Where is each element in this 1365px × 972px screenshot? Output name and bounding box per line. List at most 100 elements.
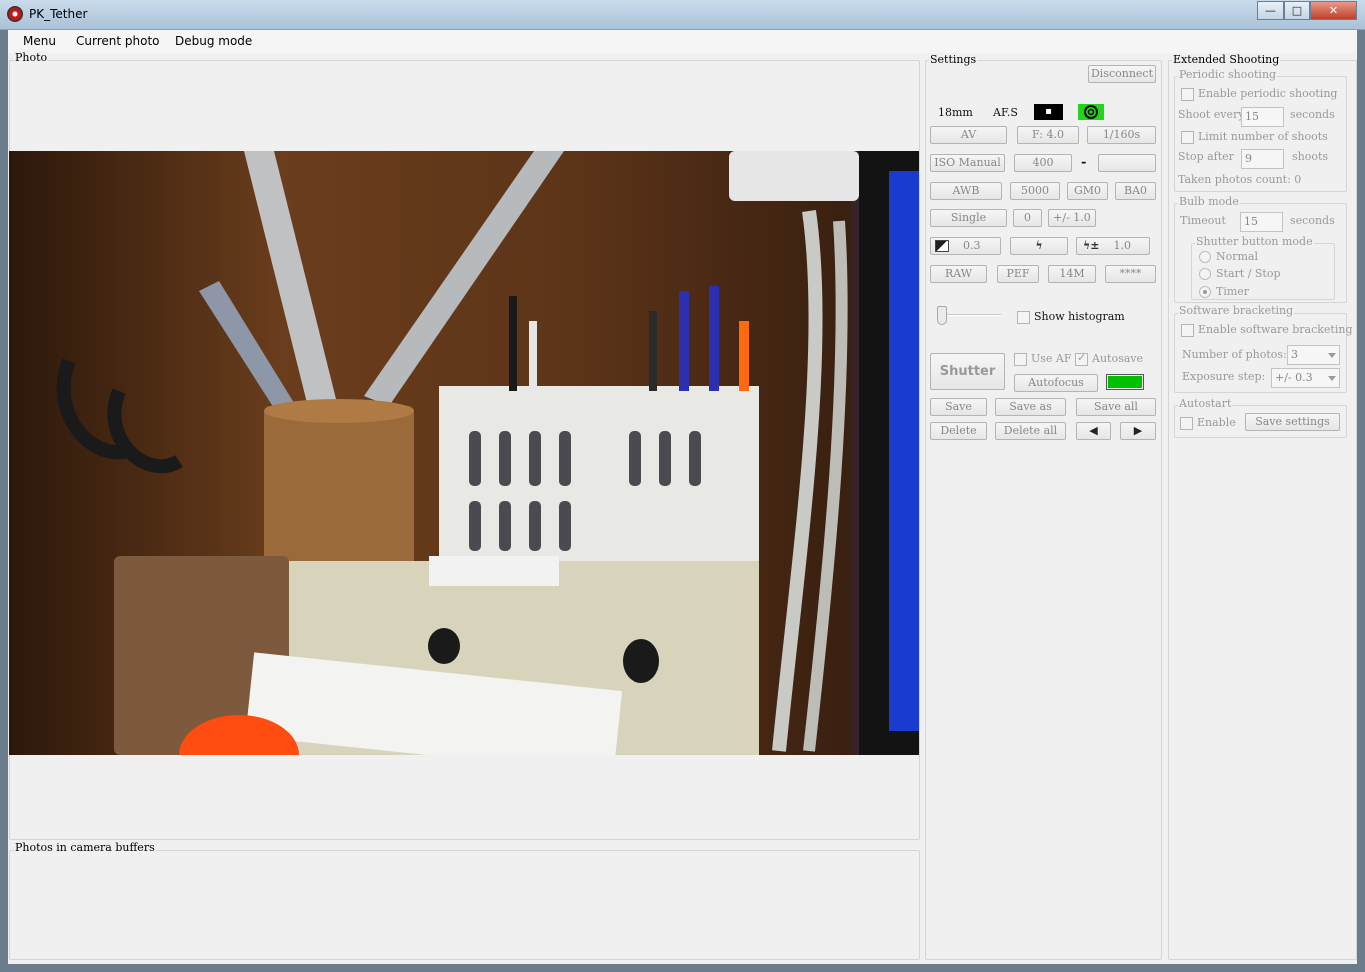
enable-periodic-label: Enable periodic shooting bbox=[1198, 87, 1338, 100]
menu-item-debug-mode[interactable]: Debug mode bbox=[175, 34, 252, 48]
af-mode-label: AF.S bbox=[993, 106, 1018, 119]
save-all-button[interactable]: Save all bbox=[1076, 398, 1156, 416]
title-bar: PK_Tether — □ ✕ bbox=[0, 0, 1365, 30]
photo-group-label: Photo bbox=[14, 51, 49, 64]
extended-shooting-label: Extended Shooting bbox=[1172, 53, 1281, 66]
exposure-step-select[interactable]: +/- 0.3 bbox=[1271, 368, 1340, 388]
use-af-label: Use AF bbox=[1031, 352, 1072, 365]
flash-comp-button[interactable]: ϟ± 1.0 bbox=[1076, 237, 1150, 255]
taken-photos-count: Taken photos count: 0 bbox=[1178, 173, 1302, 186]
file-type-button[interactable]: PEF bbox=[997, 265, 1039, 283]
menu-item-current-photo[interactable]: Current photo bbox=[76, 34, 160, 48]
enable-bracketing-label: Enable software bracketing bbox=[1198, 323, 1353, 336]
use-af-checkbox[interactable] bbox=[1014, 353, 1027, 366]
shutter-button[interactable]: Shutter bbox=[930, 353, 1005, 390]
window-title: PK_Tether bbox=[29, 7, 88, 21]
autosave-label: Autosave bbox=[1092, 352, 1143, 365]
shoots-label: shoots bbox=[1292, 150, 1329, 163]
bulb-timer-label: Timer bbox=[1216, 285, 1250, 298]
autosave-checkbox[interactable] bbox=[1075, 351, 1088, 366]
photo-preview-image bbox=[9, 151, 919, 755]
bulb-normal-label: Normal bbox=[1216, 250, 1259, 263]
enable-periodic-checkbox[interactable] bbox=[1181, 88, 1194, 101]
save-as-button[interactable]: Save as bbox=[995, 398, 1066, 416]
save-button[interactable]: Save bbox=[930, 398, 987, 416]
save-settings-button[interactable]: Save settings bbox=[1245, 413, 1340, 431]
exposure-comp-button[interactable]: 0.3 bbox=[930, 237, 1001, 255]
arrow-right-icon: ▶ bbox=[1133, 424, 1143, 437]
next-photo-button[interactable]: ▶ bbox=[1120, 422, 1156, 440]
close-button[interactable]: ✕ bbox=[1310, 1, 1357, 20]
shutter-speed-button[interactable]: 1/160s bbox=[1087, 126, 1156, 144]
iso-mode-button[interactable]: ISO Manual bbox=[930, 154, 1005, 172]
chevron-down-icon bbox=[1328, 353, 1336, 358]
timeout-seconds-label: seconds bbox=[1290, 214, 1335, 227]
timeout-input[interactable]: 15 bbox=[1240, 212, 1283, 232]
menu-item-menu[interactable]: Menu bbox=[23, 34, 56, 48]
number-of-photos-select[interactable]: 3 bbox=[1287, 345, 1340, 365]
flash-comp-icon: ϟ± bbox=[1083, 239, 1100, 252]
settings-group-label: Settings bbox=[929, 53, 978, 66]
bulb-start-stop-radio[interactable] bbox=[1199, 268, 1211, 280]
focus-indicator-icon bbox=[1078, 104, 1104, 120]
flash-mode-button[interactable]: ϟ bbox=[1010, 237, 1068, 255]
drive-mode-button[interactable]: Single bbox=[930, 209, 1007, 227]
autofocus-button[interactable]: Autofocus bbox=[1014, 374, 1098, 392]
bulb-normal-radio[interactable] bbox=[1199, 251, 1211, 263]
iso-max-button[interactable] bbox=[1098, 154, 1156, 172]
limit-shoots-label: Limit number of shoots bbox=[1198, 130, 1328, 143]
shoot-every-label: Shoot every bbox=[1178, 108, 1245, 121]
camera-status-indicator bbox=[1106, 374, 1144, 390]
show-histogram-checkbox[interactable] bbox=[1017, 311, 1030, 324]
autostart-enable-checkbox[interactable] bbox=[1180, 417, 1193, 430]
bulb-timer-radio[interactable] bbox=[1199, 286, 1211, 298]
drive-step-button[interactable]: +/- 1.0 bbox=[1048, 209, 1096, 227]
photo-scene bbox=[9, 151, 919, 755]
drive-count-button[interactable]: 0 bbox=[1013, 209, 1042, 227]
buffers-group bbox=[9, 850, 920, 960]
disconnect-button[interactable]: Disconnect bbox=[1088, 65, 1156, 83]
metering-icon: ▪ bbox=[1034, 104, 1063, 120]
focal-length-label: 18mm bbox=[938, 106, 973, 119]
wb-ba-button[interactable]: BA0 bbox=[1115, 182, 1156, 200]
prev-photo-button[interactable]: ◀ bbox=[1076, 422, 1111, 440]
timeout-label: Timeout bbox=[1180, 214, 1226, 227]
app-icon bbox=[7, 6, 23, 22]
bulb-start-stop-label: Start / Stop bbox=[1216, 267, 1281, 280]
arrow-left-icon: ◀ bbox=[1089, 424, 1098, 437]
wb-gm-button[interactable]: GM0 bbox=[1067, 182, 1108, 200]
enable-bracketing-checkbox[interactable] bbox=[1181, 324, 1194, 337]
camera-status-fill bbox=[1108, 376, 1142, 388]
exposure-comp-icon bbox=[935, 240, 949, 252]
histogram-slider-thumb[interactable] bbox=[937, 306, 947, 325]
stop-after-label: Stop after bbox=[1178, 150, 1234, 163]
flash-icon: ϟ bbox=[1035, 239, 1043, 252]
stop-after-input[interactable]: 9 bbox=[1241, 149, 1284, 169]
iso-value-button[interactable]: 400 bbox=[1014, 154, 1072, 172]
maximize-button[interactable]: □ bbox=[1284, 1, 1310, 20]
delete-all-button[interactable]: Delete all bbox=[995, 422, 1066, 440]
periodic-shooting-label: Periodic shooting bbox=[1178, 68, 1278, 81]
minimize-button[interactable]: — bbox=[1257, 1, 1284, 20]
image-format-button[interactable]: RAW bbox=[930, 265, 987, 283]
delete-button[interactable]: Delete bbox=[930, 422, 987, 440]
aperture-button[interactable]: F: 4.0 bbox=[1017, 126, 1079, 144]
shutter-button-mode-label: Shutter button mode bbox=[1195, 235, 1314, 248]
autostart-enable-label: Enable bbox=[1197, 416, 1236, 429]
bulb-mode-label: Bulb mode bbox=[1178, 195, 1240, 208]
software-bracketing-label: Software bracketing bbox=[1178, 304, 1295, 317]
iso-range-dash: - bbox=[1081, 155, 1087, 170]
chevron-down-icon bbox=[1328, 376, 1336, 381]
shoot-interval-input[interactable]: 15 bbox=[1241, 107, 1284, 127]
quality-button[interactable]: **** bbox=[1105, 265, 1156, 283]
focus-ring-icon bbox=[1084, 105, 1098, 119]
white-balance-button[interactable]: AWB bbox=[930, 182, 1002, 200]
interval-seconds-label: seconds bbox=[1290, 108, 1335, 121]
show-histogram-label: Show histogram bbox=[1034, 310, 1125, 323]
buffers-group-label: Photos in camera buffers bbox=[14, 841, 156, 854]
exposure-step-label: Exposure step: bbox=[1182, 370, 1266, 383]
resolution-button[interactable]: 14M bbox=[1048, 265, 1096, 283]
exposure-mode-button[interactable]: AV bbox=[930, 126, 1007, 144]
limit-shoots-checkbox[interactable] bbox=[1181, 131, 1194, 144]
wb-temperature-button[interactable]: 5000 bbox=[1010, 182, 1060, 200]
